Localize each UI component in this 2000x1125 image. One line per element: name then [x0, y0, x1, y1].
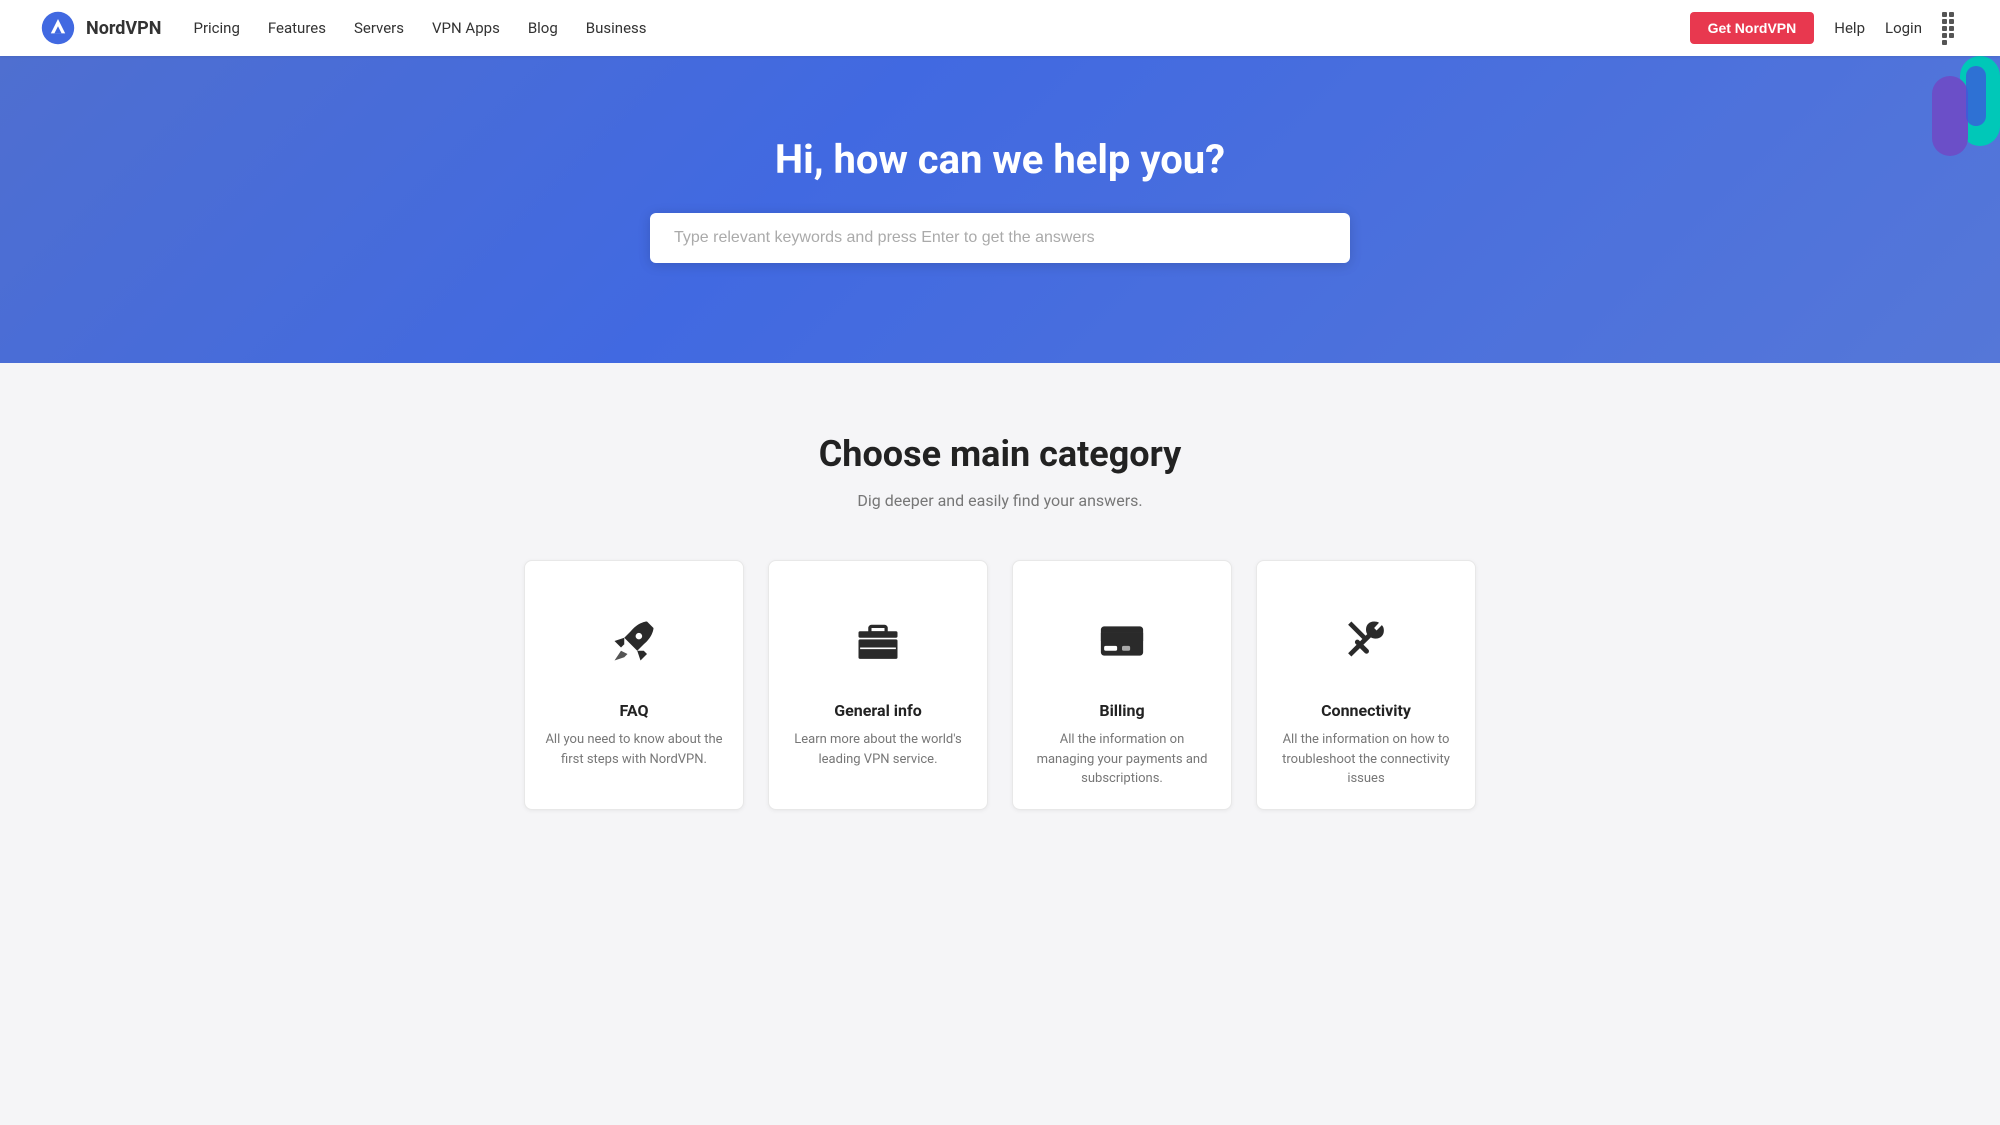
decorative-blobs [1920, 56, 2000, 176]
categories-grid: FAQ All you need to know about the first… [450, 560, 1550, 810]
hero-section: Hi, how can we help you? [0, 56, 2000, 363]
briefcase-icon [852, 615, 904, 667]
navbar-right: Get NordVPN Help Login [1690, 12, 1960, 45]
grid-menu-icon[interactable] [1942, 12, 1960, 45]
faq-desc: All you need to know about the first ste… [545, 730, 723, 769]
faq-icon-wrapper [594, 601, 674, 681]
nav-link-vpnapps[interactable]: VPN Apps [432, 19, 500, 37]
nav-links: Pricing Features Servers VPN Apps Blog B… [193, 19, 646, 37]
hero-title: Hi, how can we help you? [40, 136, 1960, 183]
section-title: Choose main category [40, 433, 1960, 475]
navbar-left: NordVPN Pricing Features Servers VPN App… [40, 10, 647, 46]
billing-name: Billing [1099, 701, 1144, 720]
search-bar [650, 213, 1350, 263]
category-card-general-info[interactable]: General info Learn more about the world'… [768, 560, 988, 810]
general-info-name: General info [834, 701, 922, 720]
general-info-desc: Learn more about the world's leading VPN… [789, 730, 967, 769]
logo-text: NordVPN [86, 18, 161, 39]
blob-purple [1932, 76, 1968, 156]
nav-link-pricing[interactable]: Pricing [193, 19, 239, 37]
category-card-billing[interactable]: Billing All the information on managing … [1012, 560, 1232, 810]
connectivity-icon-wrapper [1326, 601, 1406, 681]
main-content: Choose main category Dig deeper and easi… [0, 363, 2000, 890]
navbar: NordVPN Pricing Features Servers VPN App… [0, 0, 2000, 56]
logo-icon [40, 10, 76, 46]
category-card-faq[interactable]: FAQ All you need to know about the first… [524, 560, 744, 810]
faq-name: FAQ [620, 701, 649, 720]
nav-link-blog[interactable]: Blog [528, 19, 558, 37]
section-subtitle: Dig deeper and easily find your answers. [40, 491, 1960, 510]
nav-link-business[interactable]: Business [586, 19, 647, 37]
search-input[interactable] [650, 213, 1350, 263]
nav-link-features[interactable]: Features [268, 19, 326, 37]
billing-icon-wrapper [1082, 601, 1162, 681]
help-link[interactable]: Help [1834, 19, 1865, 37]
general-info-icon-wrapper [838, 601, 918, 681]
credit-card-icon [1096, 615, 1148, 667]
tools-icon [1340, 615, 1392, 667]
blob-blue [1966, 66, 1986, 126]
login-link[interactable]: Login [1885, 19, 1922, 37]
connectivity-desc: All the information on how to troublesho… [1277, 730, 1455, 789]
get-nordvpn-button[interactable]: Get NordVPN [1690, 12, 1815, 44]
nav-link-servers[interactable]: Servers [354, 19, 404, 37]
connectivity-name: Connectivity [1321, 701, 1411, 720]
category-card-connectivity[interactable]: Connectivity All the information on how … [1256, 560, 1476, 810]
billing-desc: All the information on managing your pay… [1033, 730, 1211, 789]
logo[interactable]: NordVPN [40, 10, 161, 46]
rocket-icon [608, 615, 660, 667]
